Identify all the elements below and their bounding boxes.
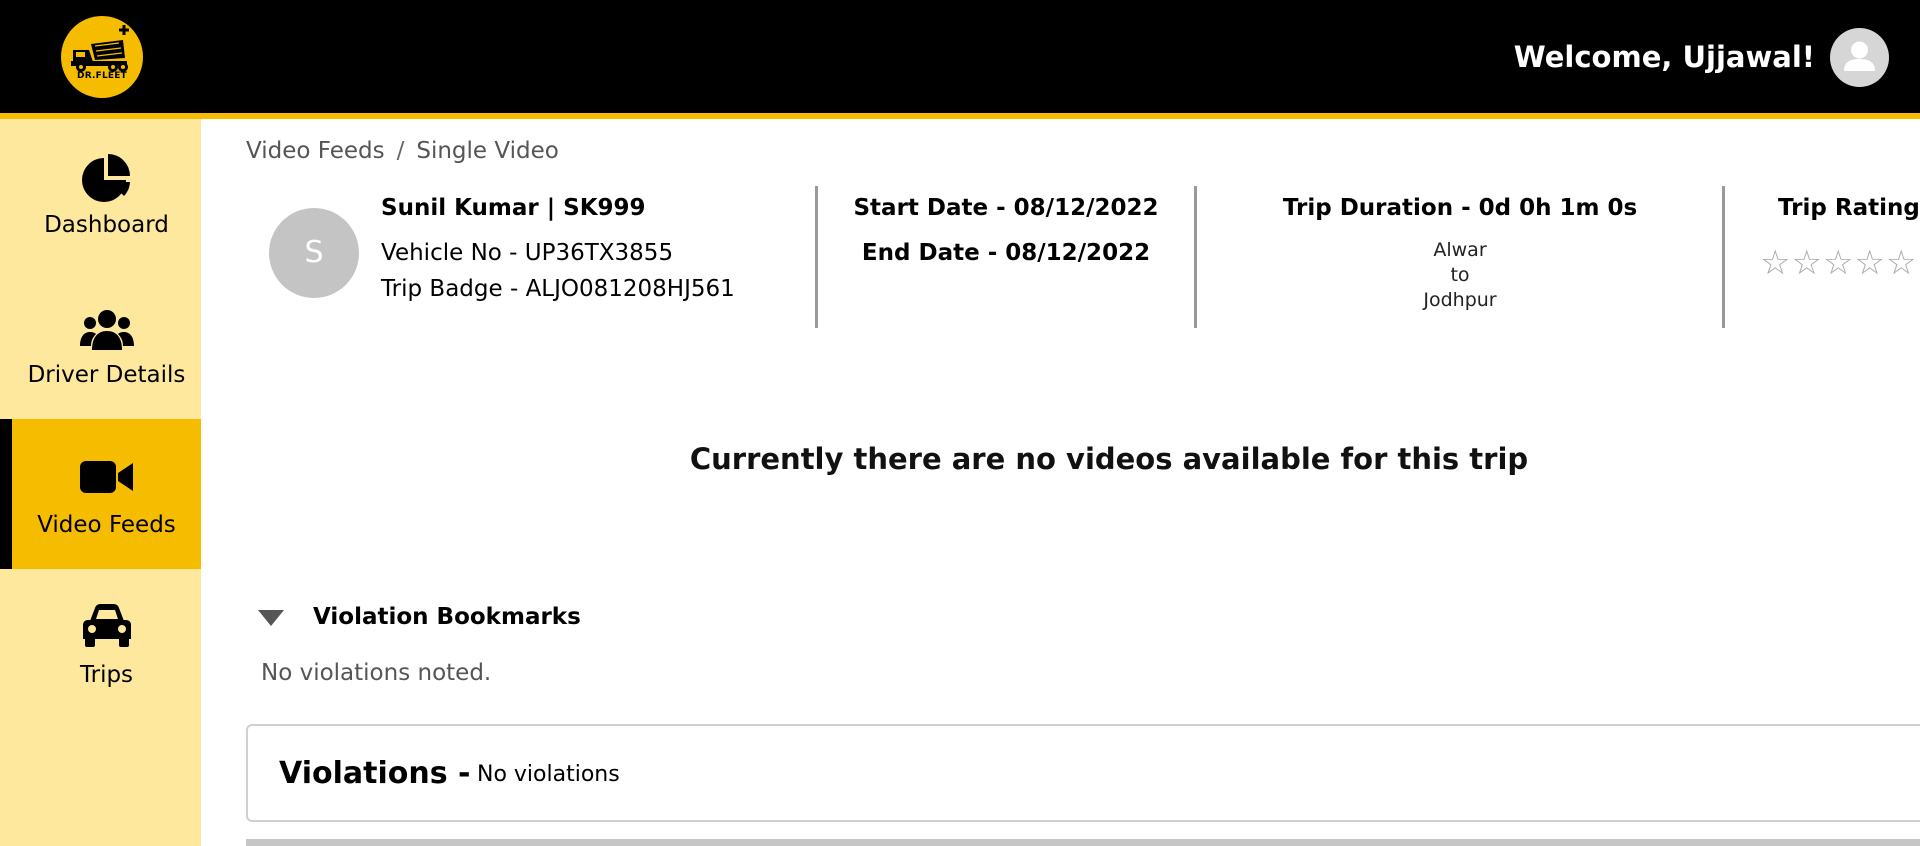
trip-ratings-title: Trip Ratings bbox=[1778, 195, 1920, 221]
star-icon[interactable]: ☆ bbox=[1854, 243, 1885, 283]
truck-logo-icon bbox=[71, 25, 129, 72]
welcome-message: Welcome, Ujjawal! bbox=[1513, 40, 1815, 74]
top-bar: DR.FLEET Welcome, Ujjawal! bbox=[0, 0, 1920, 115]
start-date: Start Date - 08/12/2022 bbox=[853, 195, 1159, 221]
sidebar-item-dashboard[interactable]: Dashboard bbox=[0, 119, 201, 269]
sidebar-item-label: Video Feeds bbox=[37, 512, 176, 538]
violations-panel: Violations - No violations bbox=[246, 724, 1920, 822]
header-accent-line bbox=[0, 113, 1920, 119]
sidebar-item-label: Trips bbox=[79, 662, 134, 688]
video-camera-icon bbox=[79, 449, 135, 505]
users-icon bbox=[79, 302, 135, 358]
star-icon[interactable]: ☆ bbox=[1886, 243, 1917, 283]
horizontal-scrollbar[interactable] bbox=[246, 839, 1920, 846]
breadcrumb-current: Single Video bbox=[416, 138, 559, 164]
sidebar-item-label: Driver Details bbox=[27, 362, 186, 388]
route-to: Jodhpur bbox=[1423, 289, 1497, 311]
divider bbox=[815, 186, 818, 328]
route-to-word: to bbox=[1450, 264, 1470, 286]
driver-name: Sunil Kumar | SK999 bbox=[381, 195, 646, 221]
divider bbox=[1194, 186, 1197, 328]
logo-text: DR.FLEET bbox=[77, 71, 127, 81]
violation-bookmarks-toggle[interactable] bbox=[256, 607, 286, 629]
breadcrumb-separator: / bbox=[396, 138, 405, 164]
route-from: Alwar bbox=[1433, 239, 1487, 261]
sidebar-item-driver-details[interactable]: Driver Details bbox=[0, 269, 201, 419]
sidebar-item-trips[interactable]: Trips bbox=[0, 569, 201, 719]
star-icon[interactable]: ☆ bbox=[1791, 243, 1822, 283]
dr-fleet-logo[interactable]: DR.FLEET bbox=[61, 16, 143, 98]
car-icon bbox=[79, 599, 135, 655]
violations-label: Violations - bbox=[279, 756, 471, 791]
trip-duration: Trip Duration - 0d 0h 1m 0s bbox=[1282, 195, 1638, 221]
trip-badge: Trip Badge - ALJO081208HJ561 bbox=[381, 276, 735, 302]
sidebar-item-label: Dashboard bbox=[44, 212, 169, 238]
breadcrumb-link-video-feeds[interactable]: Video Feeds bbox=[246, 138, 385, 164]
star-icon[interactable]: ☆ bbox=[1823, 243, 1854, 283]
no-violations-noted: No violations noted. bbox=[261, 660, 492, 686]
caret-down-icon bbox=[258, 610, 284, 626]
breadcrumb: Video Feeds / Single Video bbox=[246, 138, 559, 164]
trip-rating-stars: ☆☆☆☆☆ bbox=[1760, 243, 1917, 283]
violation-bookmarks-title[interactable]: Violation Bookmarks bbox=[313, 604, 581, 630]
user-avatar[interactable] bbox=[1830, 28, 1889, 87]
star-icon[interactable]: ☆ bbox=[1760, 243, 1791, 283]
no-videos-message: Currently there are no videos available … bbox=[689, 442, 1529, 476]
vehicle-number: Vehicle No - UP36TX3855 bbox=[381, 240, 674, 266]
end-date: End Date - 08/12/2022 bbox=[861, 240, 1151, 266]
sidebar: Dashboard Driver Details Video Feeds Tri… bbox=[0, 119, 201, 846]
sidebar-item-video-feeds[interactable]: Video Feeds bbox=[0, 419, 201, 569]
pie-chart-icon bbox=[79, 152, 135, 208]
driver-avatar: S bbox=[269, 208, 359, 298]
divider bbox=[1722, 186, 1725, 328]
user-icon bbox=[1844, 41, 1875, 71]
violations-value: No violations bbox=[477, 762, 620, 787]
